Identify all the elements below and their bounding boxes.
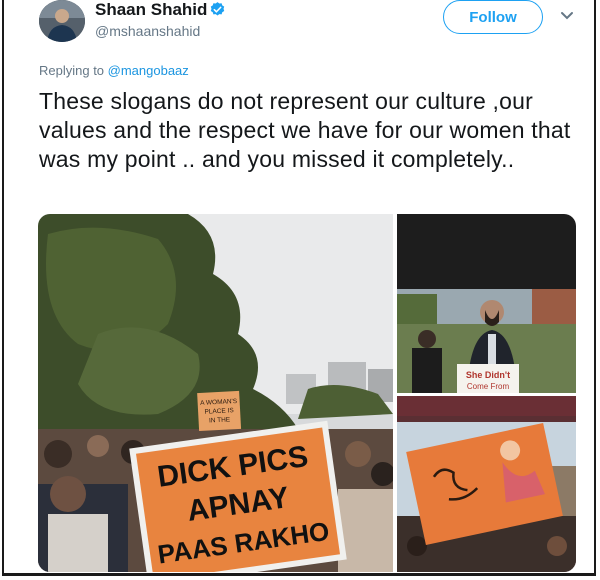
replying-prefix: Replying to bbox=[39, 63, 108, 78]
tweet-header: Shaan Shahid @mshaanshahid Follow bbox=[39, 0, 589, 50]
follow-button[interactable]: Follow bbox=[443, 0, 543, 34]
tweet-text: These slogans do not represent our cultu… bbox=[39, 88, 571, 172]
protest-photo-main[interactable]: A WOMAN'S PLACE IS IN THE DICK PICS APNA… bbox=[38, 214, 393, 572]
small-sign-line3: IN THE bbox=[209, 416, 231, 424]
media-grid: A WOMAN'S PLACE IS IN THE DICK PICS APNA… bbox=[38, 214, 576, 572]
display-name[interactable]: Shaan Shahid bbox=[95, 0, 207, 20]
man-sign-line2: Come From bbox=[467, 382, 510, 391]
chevron-down-icon[interactable] bbox=[559, 10, 575, 22]
protest-photo-man[interactable]: She Didn't Come From bbox=[397, 214, 576, 393]
man-sign-line1: She Didn't bbox=[466, 370, 510, 380]
protest-photo-sign[interactable] bbox=[397, 396, 576, 572]
verified-badge-icon bbox=[210, 2, 225, 16]
tweet-card: Shaan Shahid @mshaanshahid Follow Replyi… bbox=[2, 0, 596, 576]
replying-to-mention[interactable]: @mangobaaz bbox=[108, 63, 189, 78]
avatar[interactable] bbox=[39, 0, 85, 42]
user-handle[interactable]: @mshaanshahid bbox=[95, 23, 200, 39]
replying-to: Replying to @mangobaaz bbox=[39, 63, 189, 78]
